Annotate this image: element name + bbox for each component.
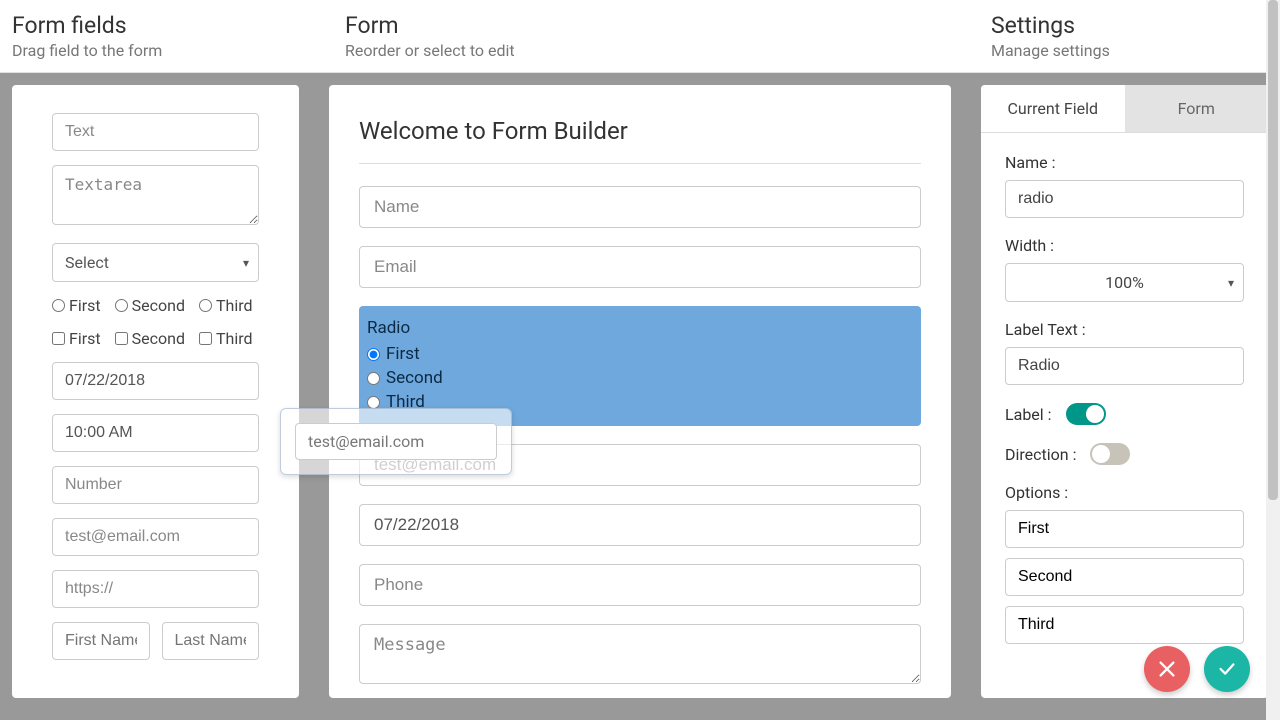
settings-width-label: Width :: [1005, 236, 1244, 255]
palette-text-input[interactable]: [52, 113, 259, 151]
settings-name-input[interactable]: [1005, 180, 1244, 218]
scrollbar-thumb[interactable]: [1268, 0, 1278, 500]
settings-option-2[interactable]: [1005, 558, 1244, 596]
settings-labeltext-input[interactable]: [1005, 347, 1244, 385]
form-email2-field[interactable]: [359, 444, 921, 486]
palette-select-label[interactable]: Select: [52, 243, 259, 282]
form-email-input[interactable]: [359, 246, 921, 288]
check-icon: [1216, 658, 1238, 680]
palette-panel: Select First Second Third First Second T…: [12, 85, 299, 698]
palette-text[interactable]: [52, 113, 259, 151]
palette-textarea[interactable]: [52, 165, 259, 229]
palette-textarea-input[interactable]: [52, 165, 259, 225]
palette-radio-third[interactable]: Third: [199, 296, 253, 315]
form-radio-options: First Second Third: [367, 344, 909, 412]
palette-radio-row[interactable]: First Second Third: [52, 296, 259, 315]
settings-label-toggle-label: Label :: [1005, 405, 1052, 424]
settings-name-label: Name :: [1005, 153, 1244, 172]
form-radio-field-selected[interactable]: Radio First Second Third: [359, 306, 921, 426]
palette-number[interactable]: [52, 466, 259, 504]
palette-email[interactable]: [52, 518, 259, 556]
form-radio-opt-second[interactable]: Second: [367, 368, 909, 388]
header-mid-sub: Reorder or select to edit: [345, 41, 959, 60]
palette-check-first[interactable]: First: [52, 329, 101, 348]
form-title: Welcome to Form Builder: [359, 117, 921, 145]
palette-check-second[interactable]: Second: [115, 329, 185, 348]
header-right: Settings Manage settings: [975, 0, 1280, 72]
palette-url-input[interactable]: [52, 570, 259, 608]
palette-firstname-input[interactable]: [52, 622, 150, 660]
settings-labeltext-label: Label Text :: [1005, 320, 1244, 339]
palette-lastname-input[interactable]: [162, 622, 260, 660]
palette-checkbox-row[interactable]: First Second Third: [52, 329, 259, 348]
form-message-field[interactable]: [359, 624, 921, 688]
form-phone-input[interactable]: [359, 564, 921, 606]
palette-email-input[interactable]: [52, 518, 259, 556]
form-radio-label: Radio: [367, 318, 909, 338]
header-right-title: Settings: [991, 12, 1264, 39]
palette-radio-second[interactable]: Second: [115, 296, 185, 315]
settings-label-toggle[interactable]: [1066, 403, 1106, 425]
settings-direction-toggle[interactable]: [1090, 443, 1130, 465]
palette-date[interactable]: [52, 362, 259, 400]
settings-direction-label: Direction :: [1005, 445, 1076, 464]
form-name-input[interactable]: [359, 186, 921, 228]
header-mid: Form Reorder or select to edit: [329, 0, 975, 72]
form-email-field[interactable]: [359, 246, 921, 288]
close-icon: [1156, 658, 1178, 680]
settings-body: Name : Width : 100% Label Text : Label :…: [981, 133, 1268, 692]
palette-time-input[interactable]: [52, 414, 259, 452]
form-radio-opt-first[interactable]: First: [367, 344, 909, 364]
header-mid-title: Form: [345, 12, 959, 39]
header-left-sub: Drag field to the form: [12, 41, 313, 60]
palette-select[interactable]: Select: [52, 243, 259, 282]
palette-number-input[interactable]: [52, 466, 259, 504]
settings-options-label: Options :: [1005, 483, 1244, 502]
form-message-input[interactable]: [359, 624, 921, 684]
settings-option-3[interactable]: [1005, 606, 1244, 644]
page-scrollbar[interactable]: [1266, 0, 1280, 720]
palette-time[interactable]: [52, 414, 259, 452]
settings-tabs: Current Field Form: [981, 85, 1268, 133]
form-radio-opt-third[interactable]: Third: [367, 392, 909, 412]
form-phone-field[interactable]: [359, 564, 921, 606]
form-email2-input[interactable]: [359, 444, 921, 486]
form-canvas: Welcome to Form Builder Radio First Seco…: [329, 85, 951, 698]
form-divider: [359, 163, 921, 164]
header-right-sub: Manage settings: [991, 41, 1264, 60]
palette-check-third[interactable]: Third: [199, 329, 253, 348]
palette-date-input[interactable]: [52, 362, 259, 400]
confirm-button[interactable]: [1204, 646, 1250, 692]
settings-width-select[interactable]: 100%: [1005, 263, 1244, 302]
settings-panel: Current Field Form Name : Width : 100% L…: [981, 85, 1268, 698]
tab-current-field[interactable]: Current Field: [981, 85, 1125, 132]
header-bar: Form fields Drag field to the form Form …: [0, 0, 1280, 73]
form-date-field[interactable]: [359, 504, 921, 546]
form-name-field[interactable]: [359, 186, 921, 228]
palette-name-row[interactable]: [52, 622, 259, 660]
main-area: Select First Second Third First Second T…: [0, 73, 1280, 710]
header-left: Form fields Drag field to the form: [0, 0, 329, 72]
tab-form[interactable]: Form: [1125, 85, 1269, 132]
header-left-title: Form fields: [12, 12, 313, 39]
cancel-button[interactable]: [1144, 646, 1190, 692]
palette-url[interactable]: [52, 570, 259, 608]
settings-option-1[interactable]: [1005, 510, 1244, 548]
palette-radio-first[interactable]: First: [52, 296, 101, 315]
form-date-input[interactable]: [359, 504, 921, 546]
